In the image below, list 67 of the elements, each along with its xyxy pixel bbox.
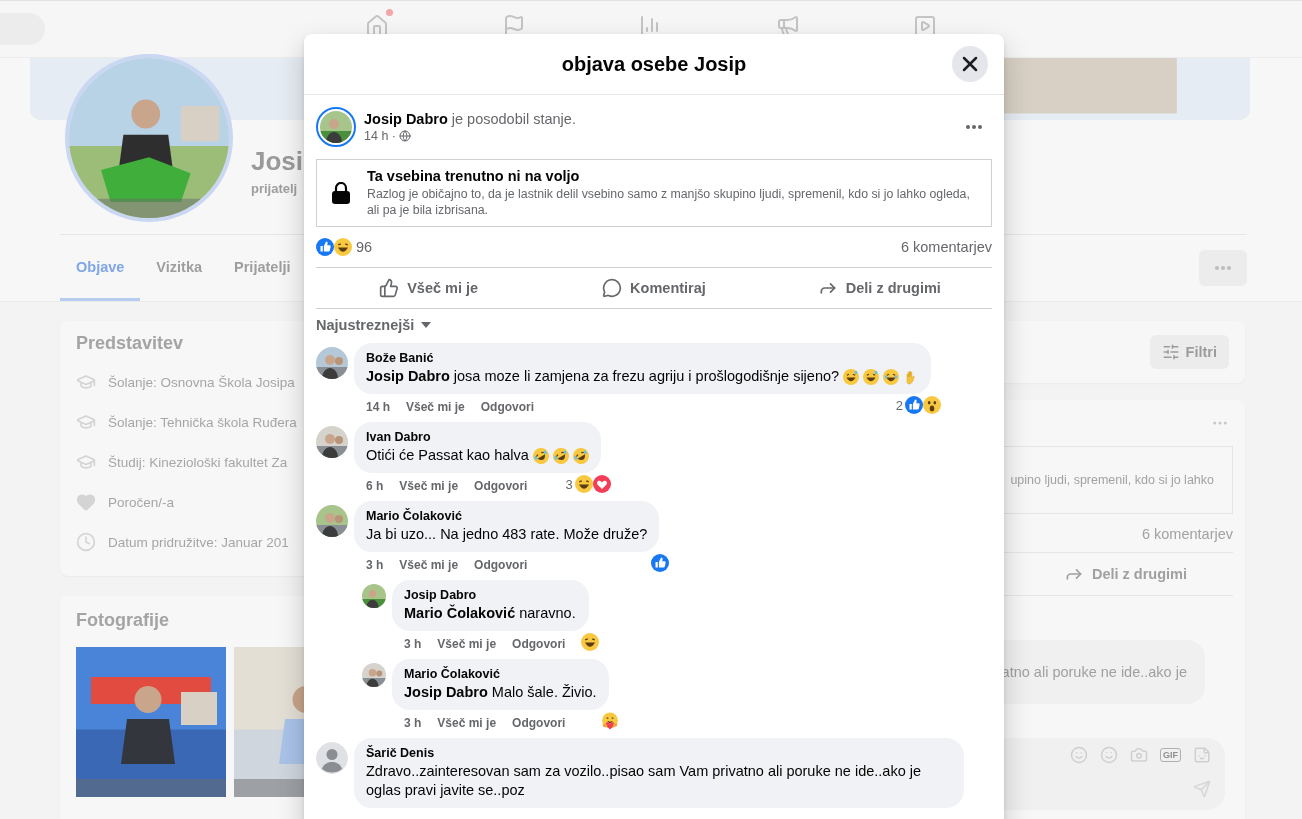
comment-author[interactable]: Mario Čolaković (404, 667, 597, 681)
like-link[interactable]: Všeč mi je (437, 716, 497, 730)
like-button[interactable]: Všeč mi je (316, 268, 542, 308)
reply-link[interactable]: Odgovori (480, 400, 535, 414)
like-link[interactable]: Všeč mi je (406, 400, 465, 414)
like-link[interactable]: Všeč mi je (399, 479, 459, 493)
comment-author[interactable]: Mario Čolaković (366, 509, 648, 523)
reaction-count[interactable]: 3 (565, 476, 573, 492)
comment-time[interactable]: 3 h (404, 716, 422, 730)
graduation-cap-icon (76, 452, 96, 472)
globe-icon (398, 130, 411, 142)
profile-name: Josi (251, 146, 304, 177)
reply-link[interactable]: Odgovori (512, 637, 566, 651)
sticker-icon (1193, 746, 1211, 764)
comment-author[interactable]: Šarič Denis (366, 746, 952, 760)
graduation-cap-icon (76, 412, 96, 432)
card-title: Fotografije (76, 610, 169, 631)
speech-bubble-icon (602, 278, 623, 298)
notification-dot (386, 9, 393, 16)
caret-icon (420, 321, 433, 329)
comment-text: Mario Čolaković naravno. (404, 604, 576, 623)
reply-link[interactable]: Odgovori (474, 558, 528, 572)
emoji-icon (1100, 746, 1118, 764)
send-icon (1193, 780, 1211, 798)
comments-count[interactable]: 6 komentarjev (900, 239, 992, 255)
comment-author[interactable]: Ivan Dabro (366, 430, 589, 444)
intro-text: Datum pridružitve: Januar 201 (108, 534, 289, 550)
post-time[interactable]: 14 h · (364, 129, 396, 143)
reply-link[interactable]: Odgovori (512, 716, 566, 730)
comment-text: Josip Dabro Malo šale. Živio. (404, 683, 597, 702)
lock-icon (331, 182, 351, 204)
comment-time[interactable]: 6 h (366, 479, 384, 493)
reaction-count[interactable]: 96 (356, 239, 373, 255)
heart-icon (76, 492, 96, 512)
more-icon (966, 125, 982, 129)
clock-icon (76, 532, 96, 552)
more-icon (1215, 266, 1231, 270)
share-button[interactable]: Deli z drugimi (766, 268, 992, 308)
comment-text: Ja bi uzo... Na jedno 483 rate. Može druže? (366, 525, 648, 544)
comment-text: Otići će Passat kao halva (366, 446, 529, 465)
comment-text: Josip Dabro josa moze li zamjena za frezu agriju i prošlogodišnje sijeno? (366, 367, 840, 386)
camera-icon (1130, 746, 1148, 764)
comment-time[interactable]: 3 h (366, 558, 384, 572)
like-link[interactable]: Všeč mi je (437, 637, 497, 651)
notice-text: upino ljudi, spremenil, kdo si jo lahko (1010, 473, 1214, 487)
intro-text: Poročen/-a (108, 494, 175, 510)
notice-title: Ta vsebina trenutno ni na voljo (367, 168, 581, 184)
intro-text: Šolanje: Osnovna Škola Josipa (108, 374, 295, 390)
like-link[interactable]: Všeč mi je (399, 558, 459, 572)
comment-time[interactable]: 3 h (404, 637, 422, 651)
gif-icon[interactable]: GIF (1160, 748, 1181, 762)
sliders-icon (1161, 343, 1180, 361)
comment-author[interactable]: Bože Banić (366, 351, 920, 365)
avatar-sticker-icon (1070, 746, 1088, 764)
comment-text: Zdravo..zainteresovan sam za vozilo..pisao sam Vam privatno ali poruke ne ide..ako je oglas pravi javite se..poz (366, 762, 923, 800)
thumbs-up-icon (379, 278, 400, 298)
reply-link[interactable]: Odgovori (474, 479, 528, 493)
comment-author[interactable]: Josip Dabro (404, 588, 578, 602)
reaction-count[interactable]: 2 (895, 397, 904, 413)
intro-text: Študij: Kineziološki fakultet Za (108, 454, 288, 470)
comment-time[interactable]: 14 h (366, 400, 390, 414)
graduation-cap-icon (76, 372, 96, 392)
notice-text: Razlog je običajno to, da je lastnik delil vsebino samo z manjšo skupino ljudi, spremenil, kdo si jo lahko ogleda, ali pa je bila izbrisana. (367, 186, 971, 218)
sort-dropdown[interactable]: Najustreznejši (316, 317, 433, 333)
card-title: Predstavitev (76, 333, 184, 354)
intro-text: Šolanje: Tehnička škola Ruđera (108, 414, 297, 430)
comment-button[interactable]: Komentiraj (541, 268, 767, 308)
